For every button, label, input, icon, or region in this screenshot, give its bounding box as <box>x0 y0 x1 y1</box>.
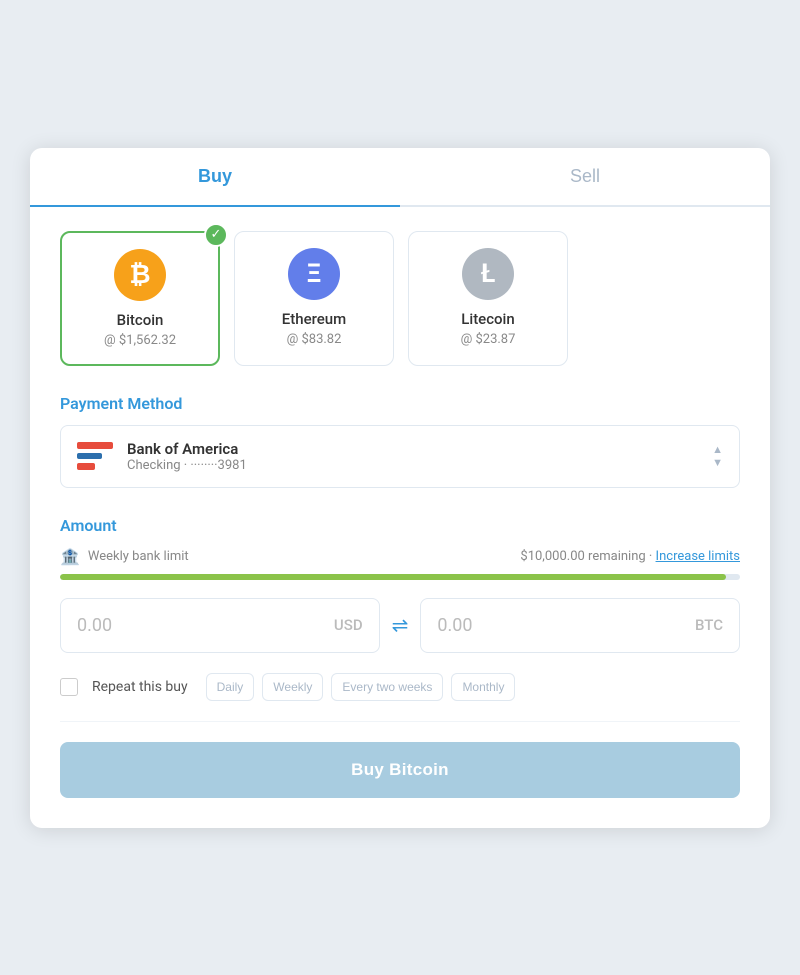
swap-icon[interactable]: ⇌ <box>392 613 409 637</box>
crypto-item-ethereum[interactable]: Ξ Ethereum @ $83.82 <box>234 231 394 366</box>
payment-method-selector[interactable]: Bank of America Checking · ········3981 … <box>60 425 740 488</box>
repeat-option-monthly[interactable]: Monthly <box>451 673 515 701</box>
limit-progress-bar <box>60 574 740 580</box>
crypto-item-litecoin[interactable]: Ł Litecoin @ $23.87 <box>408 231 568 366</box>
bank-info: Bank of America Checking · ········3981 <box>127 440 712 473</box>
repeat-option-every-two-weeks[interactable]: Every two weeks <box>331 673 443 701</box>
ethereum-icon: Ξ <box>288 248 340 300</box>
payment-method-label: Payment Method <box>60 394 740 413</box>
crypto-item-bitcoin[interactable]: ✓ ₿ Bitcoin @ $1,562.32 <box>60 231 220 366</box>
bitcoin-price: @ $1,562.32 <box>82 333 198 348</box>
btc-currency: BTC <box>695 616 723 634</box>
limit-row: 🏦 Weekly bank limit $10,000.00 remaining… <box>60 547 740 566</box>
btc-input-field[interactable]: 0.00 BTC <box>420 598 740 653</box>
bank-building-icon: 🏦 <box>60 547 80 566</box>
card-body: ✓ ₿ Bitcoin @ $1,562.32 Ξ Ethereum @ $83… <box>30 207 770 828</box>
repeat-row: Repeat this buy Daily Weekly Every two w… <box>60 673 740 722</box>
repeat-checkbox[interactable] <box>60 678 78 696</box>
bank-name: Bank of America <box>127 440 712 458</box>
bank-account: Checking · ········3981 <box>127 458 712 473</box>
bitcoin-name: Bitcoin <box>82 311 198 329</box>
usd-input-field[interactable]: 0.00 USD <box>60 598 380 653</box>
litecoin-icon: Ł <box>462 248 514 300</box>
repeat-options: Daily Weekly Every two weeks Monthly <box>206 673 516 701</box>
amount-label: Amount <box>60 516 740 535</box>
tab-sell[interactable]: Sell <box>400 148 770 205</box>
tab-buy[interactable]: Buy <box>30 148 400 205</box>
bank-of-america-logo <box>77 442 113 470</box>
usd-value: 0.00 <box>77 615 112 636</box>
main-card: Buy Sell ✓ ₿ Bitcoin @ $1,562.32 Ξ Ether… <box>30 148 770 828</box>
repeat-label: Repeat this buy <box>92 679 188 695</box>
selected-check-icon: ✓ <box>204 223 228 247</box>
crypto-list: ✓ ₿ Bitcoin @ $1,562.32 Ξ Ethereum @ $83… <box>60 231 740 366</box>
increase-limits-link[interactable]: Increase limits <box>656 549 740 564</box>
limit-separator: · <box>649 549 656 564</box>
buy-bitcoin-button[interactable]: Buy Bitcoin <box>60 742 740 798</box>
limit-left: 🏦 Weekly bank limit <box>60 547 189 566</box>
repeat-option-weekly[interactable]: Weekly <box>262 673 323 701</box>
usd-currency: USD <box>334 616 363 634</box>
weekly-limit-label: Weekly bank limit <box>88 549 189 564</box>
ethereum-name: Ethereum <box>255 310 373 328</box>
litecoin-name: Litecoin <box>429 310 547 328</box>
btc-value: 0.00 <box>437 615 472 636</box>
bitcoin-icon: ₿ <box>114 249 166 301</box>
litecoin-price: @ $23.87 <box>429 332 547 347</box>
chevron-updown-icon: ▲ ▼ <box>712 444 723 468</box>
ethereum-price: @ $83.82 <box>255 332 373 347</box>
limit-remaining: $10,000.00 remaining <box>520 549 645 564</box>
repeat-option-daily[interactable]: Daily <box>206 673 255 701</box>
limit-right: $10,000.00 remaining · Increase limits <box>520 549 740 564</box>
limit-progress-fill <box>60 574 726 580</box>
tab-bar: Buy Sell <box>30 148 770 207</box>
amount-inputs: 0.00 USD ⇌ 0.00 BTC <box>60 598 740 653</box>
